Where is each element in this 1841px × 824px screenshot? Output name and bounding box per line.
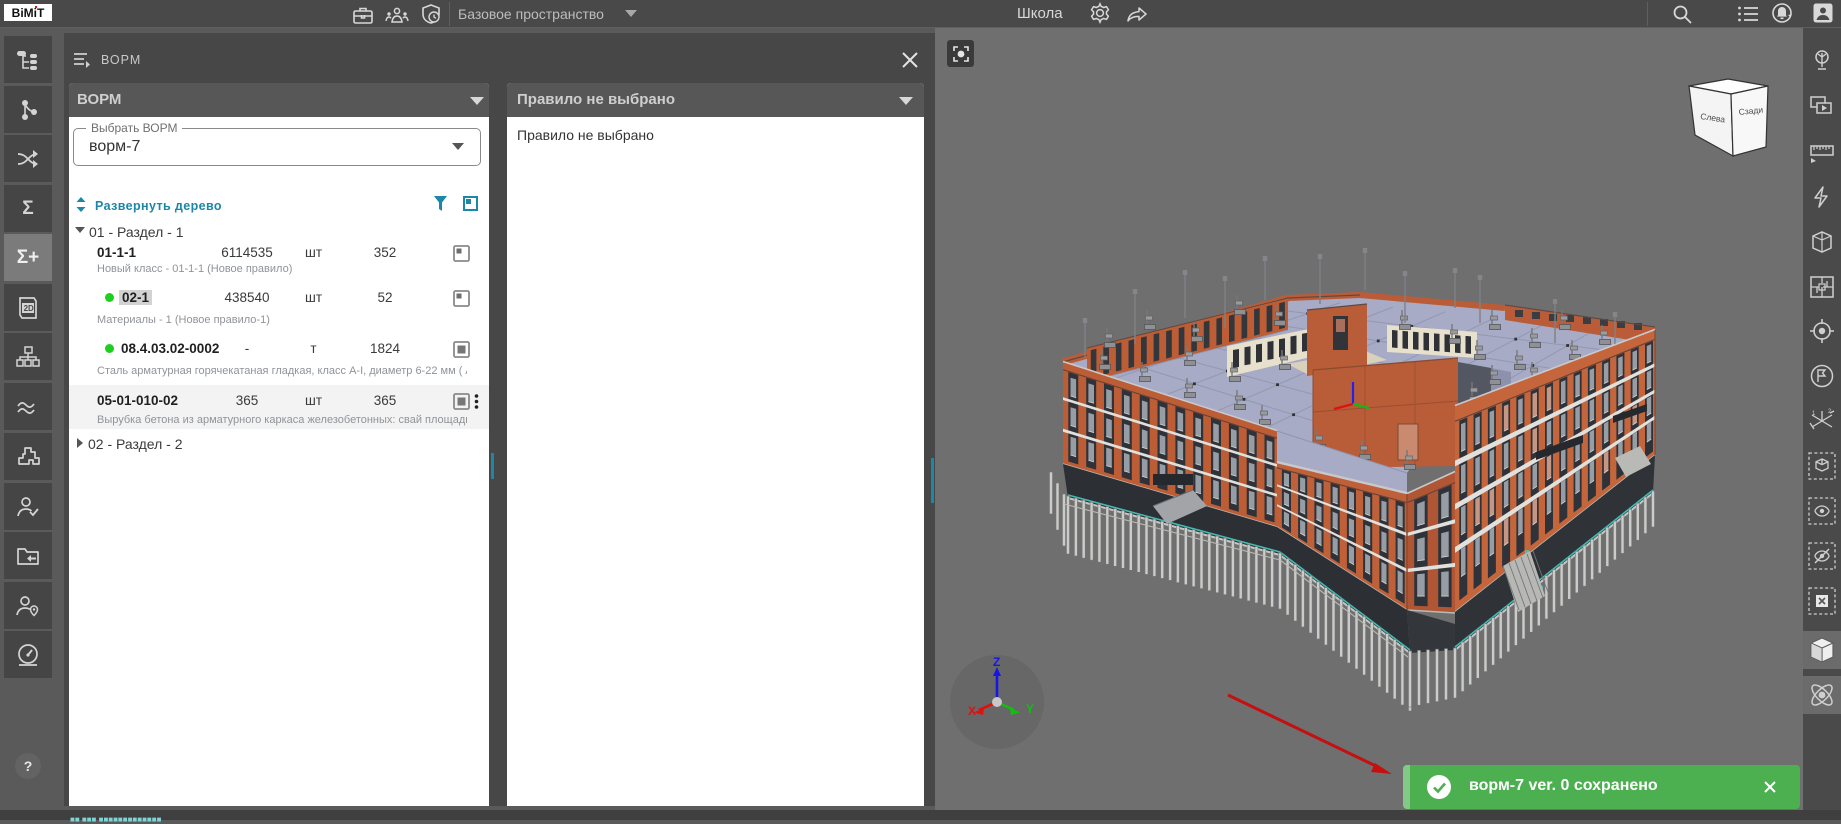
svg-text:1: 1	[1812, 411, 1816, 417]
svg-text:Z: Z	[993, 655, 1000, 669]
svg-text:Y: Y	[1026, 702, 1034, 716]
svg-text:X: X	[968, 704, 976, 718]
svg-text:2D: 2D	[24, 304, 34, 313]
